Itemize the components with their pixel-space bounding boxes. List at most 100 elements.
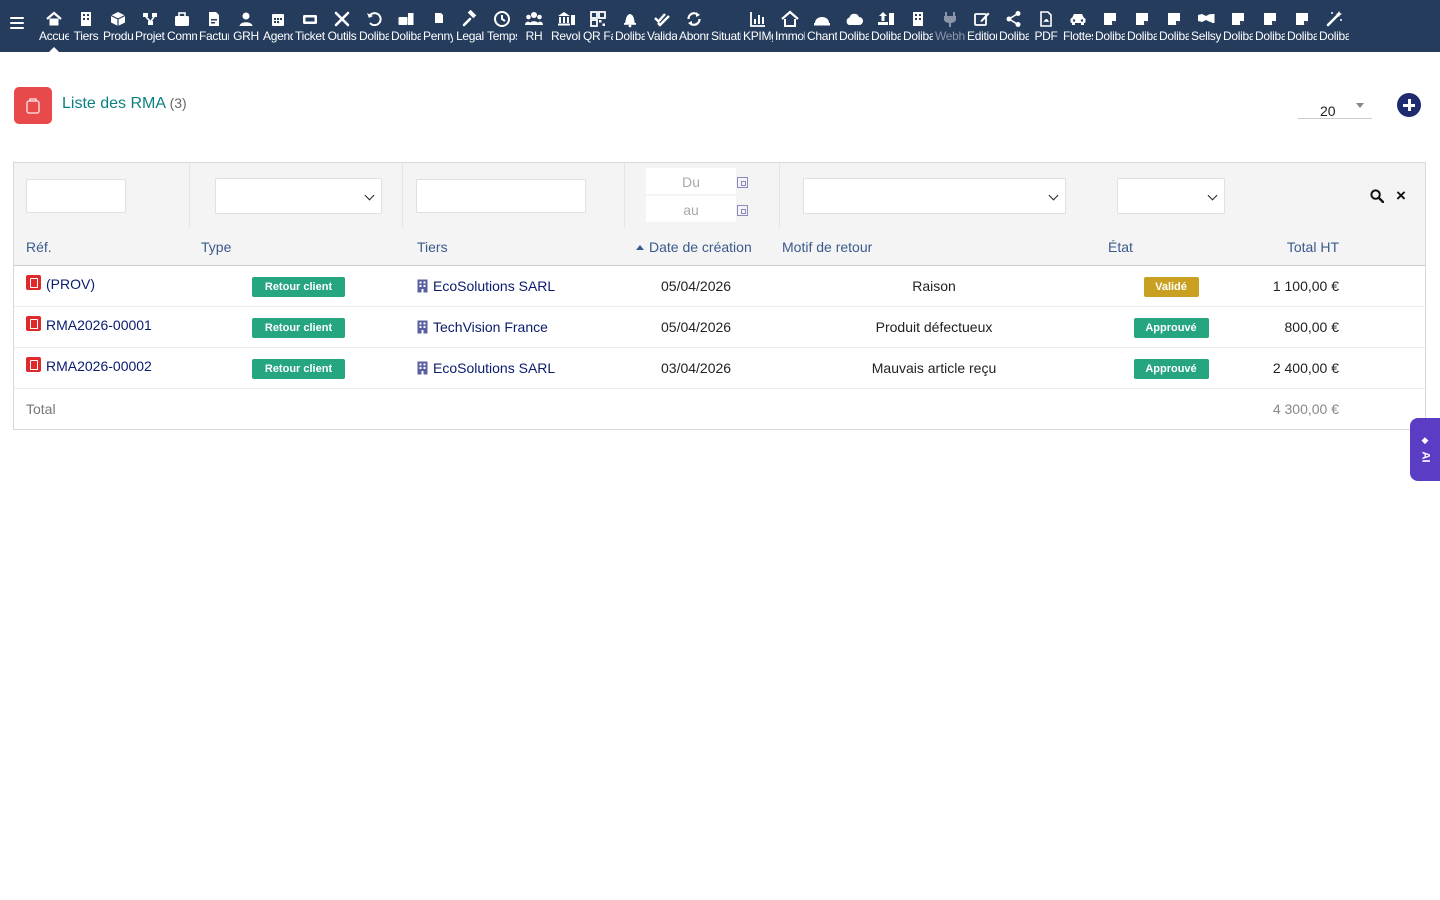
top-menu-item[interactable]: Commerce [166,0,198,52]
magic-icon [1325,9,1343,29]
hardhat-icon [813,9,831,29]
add-rma-button[interactable] [1397,93,1421,117]
page-limit-value: 20 [1320,103,1336,119]
top-menu-item[interactable]: Dolibarr [390,0,422,52]
rma-ref-link[interactable]: RMA2026-00001 [26,315,152,333]
top-menu-item[interactable]: Dolibarr [1222,0,1254,52]
date-to-input[interactable]: au [646,196,736,222]
top-menu-item[interactable]: RH [518,0,550,52]
rma-module-icon [14,87,52,124]
etat-filter-select[interactable] [1117,178,1225,214]
top-menu-label: Agenda [263,30,293,43]
tiers-name: EcoSolutions SARL [433,278,556,294]
tiers-filter-input[interactable] [416,179,586,213]
top-menu-item[interactable]: Immobilier [774,0,806,52]
top-menu-item[interactable]: Dolibarr [614,0,646,52]
top-menu-item[interactable]: Temps [486,0,518,52]
column-header-etat[interactable]: État [1108,239,1133,255]
top-menu-item[interactable]: Dolibarr [358,0,390,52]
search-icon[interactable] [1370,189,1384,203]
rma-ref-link[interactable]: RMA2026-00002 [26,356,152,374]
calendar-icon[interactable] [737,177,748,188]
column-header-total[interactable]: Total HT [1287,239,1339,255]
top-menu-label: Dolibarr [839,30,869,43]
date-from-input[interactable]: Du [646,168,736,194]
top-menu-item[interactable]: Edition [966,0,998,52]
column-header-date[interactable]: Date de création [636,239,752,255]
top-menu-item[interactable]: Validation [646,0,678,52]
top-menu-item[interactable]: Produits [102,0,134,52]
top-menu-item[interactable]: Dolibarr [1158,0,1190,52]
motif-filter-select[interactable] [803,178,1066,214]
top-menu-item[interactable]: Outils [326,0,358,52]
clear-filters-icon[interactable]: × [1396,187,1406,204]
top-menu-item[interactable]: Dolibarr [998,0,1030,52]
share-icon [1005,9,1023,29]
rma-ref-link[interactable]: (PROV) [26,274,95,292]
top-menu-item[interactable]: Dolibarr [838,0,870,52]
home-icon [45,9,63,29]
top-menu-item[interactable]: Facturation [198,0,230,52]
note-icon [1293,9,1311,29]
top-menu-item[interactable]: PDF [1030,0,1062,52]
top-menu-item[interactable]: Flottes [1062,0,1094,52]
tiers-link[interactable]: TechVision France [417,319,548,335]
top-menu-item[interactable]: Webhooks [934,0,966,52]
top-menu-item[interactable]: Situations [710,0,742,52]
bank-icon [557,9,575,29]
tiers-link[interactable]: EcoSolutions SARL [417,278,555,294]
top-menu-label: Dolibarr [1255,30,1285,43]
top-menu-item[interactable]: Revolut [550,0,582,52]
top-menu-item[interactable]: Legal [454,0,486,52]
top-menu-label: Dolibarr [999,30,1029,43]
top-menu-label: Tickets [295,30,325,43]
total-ht: 800,00 € [1284,319,1340,335]
hamburger-menu-icon[interactable] [10,17,24,31]
top-menu-item[interactable]: GRH [230,0,262,52]
top-menu-item[interactable]: Tickets [294,0,326,52]
ref-filter-input[interactable] [26,179,126,213]
total-label: Total [26,401,56,417]
top-menu-label: Outils [327,30,357,43]
calendar-icon [269,9,287,29]
top-menu-label: Dolibarr [1319,30,1349,43]
top-menu-item[interactable]: Sellsy [1190,0,1222,52]
sync-icon [685,9,703,29]
ai-assistant-tab[interactable]: ◆ AI [1410,418,1440,481]
cloud-icon [845,9,863,29]
undo-icon [365,9,383,29]
top-menu-item[interactable]: Chantiers [806,0,838,52]
page-limit-select[interactable]: 20 [1298,97,1372,119]
column-header-type[interactable]: Type [201,239,231,255]
top-menu-label: RH [525,30,543,43]
column-header-motif[interactable]: Motif de retour [782,239,872,255]
column-header-ref[interactable]: Réf. [26,239,52,255]
top-menu-item[interactable]: Accueil [38,0,70,52]
top-menu-label: Dolibarr [1127,30,1157,43]
top-menu-item[interactable]: Tiers [70,0,102,52]
note-icon [1229,9,1247,29]
top-menu-item[interactable]: Dolibarr [870,0,902,52]
note-icon [1165,9,1183,29]
top-menu-item[interactable]: Projets [134,0,166,52]
top-menu-item[interactable]: Agenda [262,0,294,52]
top-menu-item[interactable]: Abonnements [678,0,710,52]
calendar-icon[interactable] [737,205,748,216]
top-menu-item[interactable]: Dolibarr [1254,0,1286,52]
top-menu-item[interactable]: Dolibarr [1094,0,1126,52]
top-menu-item[interactable]: QR Factures [582,0,614,52]
tiers-name: EcoSolutions SARL [433,360,556,376]
type-filter-select[interactable] [215,178,382,214]
top-menu-item[interactable]: KPIMgr [742,0,774,52]
top-menu-item[interactable]: Dolibarr [1318,0,1350,52]
house-icon [781,9,799,29]
tiers-link[interactable]: EcoSolutions SARL [417,360,555,376]
filter-row: Du au × [14,163,1425,266]
top-menu-item[interactable]: Dolibarr [902,0,934,52]
top-menu-item[interactable]: Dolibarr [1126,0,1158,52]
column-header-tiers[interactable]: Tiers [417,239,448,255]
top-navigation-bar: Accueil Tiers ProduitsProjetsCommerceFactu… [0,0,1440,52]
top-menu-item[interactable]: Pennylane [422,0,454,52]
top-menu-item[interactable]: Dolibarr [1286,0,1318,52]
status-badge: Approuvé [1133,318,1209,338]
